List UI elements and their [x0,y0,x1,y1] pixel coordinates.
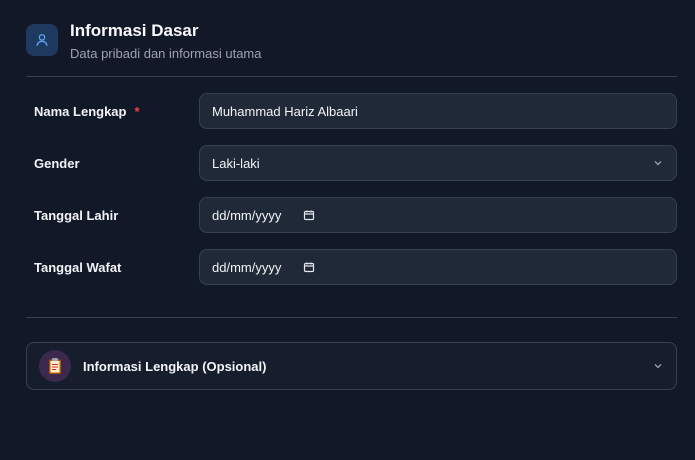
chevron-down-icon [652,360,664,372]
death-date-placeholder: dd/mm/yyyy [212,259,282,275]
section-title: Informasi Dasar [70,21,199,40]
chevron-down-icon [652,157,664,172]
section-header: Informasi Dasar Data pribadi dan informa… [26,20,677,62]
birth-date-placeholder: dd/mm/yyyy [212,207,282,223]
gender-row: Gender Laki-laki [26,145,677,181]
death-date-label: Tanggal Wafat [34,259,122,275]
section-subtitle: Data pribadi dan informasi utama [70,46,262,61]
death-date-row: Tanggal Wafat dd/mm/yyyy [26,249,677,285]
gender-select[interactable]: Laki-laki [199,145,677,181]
divider [26,76,677,77]
full-name-input[interactable] [212,103,664,119]
calendar-icon[interactable] [303,209,315,221]
full-name-field[interactable] [199,93,677,129]
user-icon [26,24,58,56]
gender-selected-value: Laki-laki [212,155,260,171]
accordion-title: Informasi Lengkap (Opsional) [83,358,267,374]
divider [26,317,677,318]
birth-date-label: Tanggal Lahir [34,207,119,223]
gender-label: Gender [34,155,80,171]
calendar-icon[interactable] [303,261,315,273]
death-date-field[interactable]: dd/mm/yyyy [199,249,677,285]
required-mark: * [134,103,140,119]
birth-date-field[interactable]: dd/mm/yyyy [199,197,677,233]
birth-date-row: Tanggal Lahir dd/mm/yyyy [26,197,677,233]
additional-info-accordion[interactable]: Informasi Lengkap (Opsional) [26,342,677,390]
clipboard-icon [39,350,71,382]
full-name-label: Nama Lengkap [34,103,127,119]
full-name-row: Nama Lengkap * [26,93,677,129]
